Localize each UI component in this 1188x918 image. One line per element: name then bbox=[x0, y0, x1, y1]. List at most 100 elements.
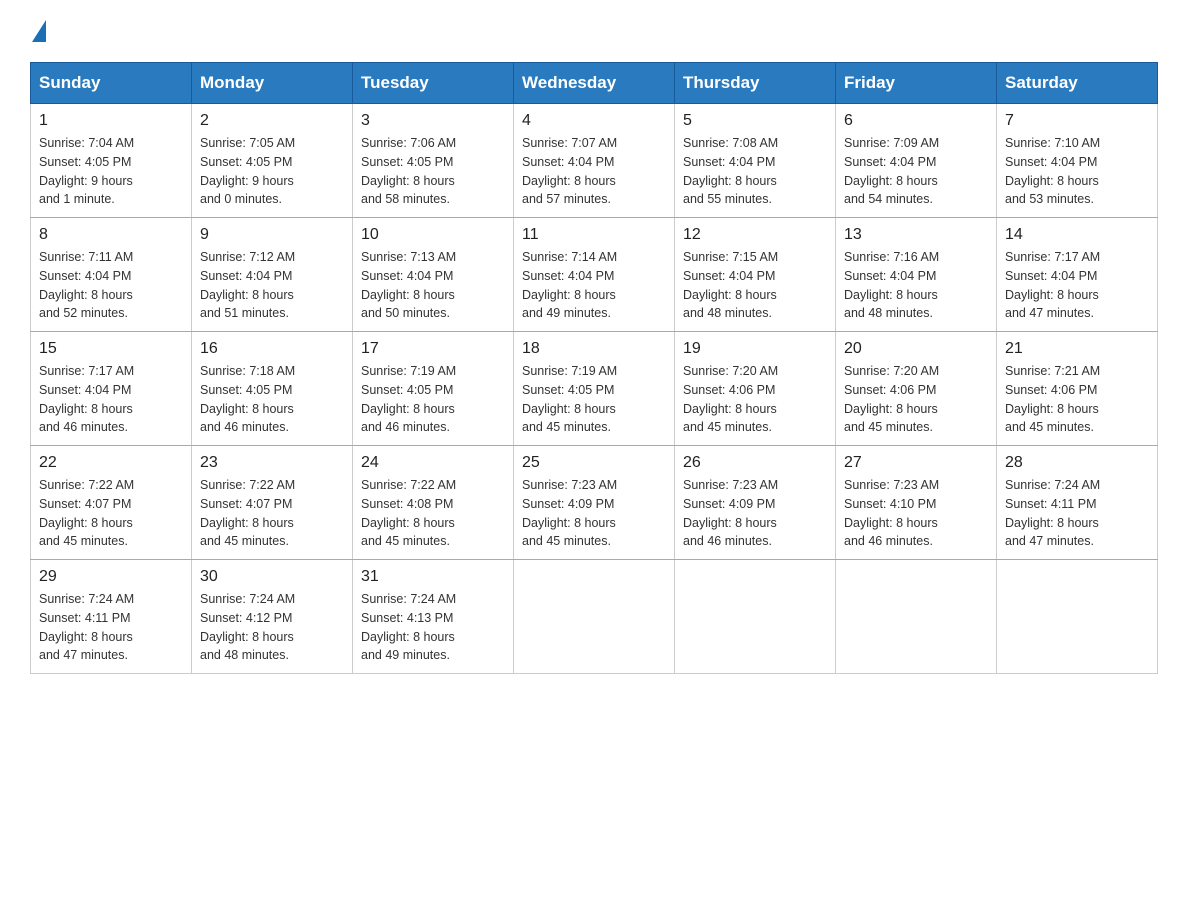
day-number: 15 bbox=[39, 340, 183, 358]
day-of-week-header: Sunday bbox=[31, 63, 192, 104]
calendar-cell: 8 Sunrise: 7:11 AMSunset: 4:04 PMDaylight… bbox=[31, 218, 192, 332]
day-info: Sunrise: 7:13 AMSunset: 4:04 PMDaylight:… bbox=[361, 248, 505, 323]
day-of-week-header: Wednesday bbox=[514, 63, 675, 104]
calendar-cell bbox=[675, 560, 836, 674]
day-number: 1 bbox=[39, 112, 183, 130]
day-of-week-header: Monday bbox=[192, 63, 353, 104]
calendar-cell: 23 Sunrise: 7:22 AMSunset: 4:07 PMDayligh… bbox=[192, 446, 353, 560]
calendar-cell: 28Sunrise: 7:24 AMSunset: 4:11 PMDayligh… bbox=[997, 446, 1158, 560]
calendar-cell: 6Sunrise: 7:09 AMSunset: 4:04 PMDaylight… bbox=[836, 104, 997, 218]
calendar-cell bbox=[836, 560, 997, 674]
calendar-cell bbox=[514, 560, 675, 674]
day-of-week-header: Tuesday bbox=[353, 63, 514, 104]
calendar-week-row: 8 Sunrise: 7:11 AMSunset: 4:04 PMDaylight… bbox=[31, 218, 1158, 332]
day-info: Sunrise: 7:19 AMSunset: 4:05 PMDaylight:… bbox=[361, 362, 505, 437]
day-info: Sunrise: 7:22 AMSunset: 4:07 PMDaylight:… bbox=[200, 476, 344, 551]
calendar-cell: 19 Sunrise: 7:20 AMSunset: 4:06 PMDayligh… bbox=[675, 332, 836, 446]
day-info: Sunrise: 7:18 AMSunset: 4:05 PMDaylight:… bbox=[200, 362, 344, 437]
day-number: 26 bbox=[683, 454, 827, 472]
day-number: 9 bbox=[200, 226, 344, 244]
day-info: Sunrise: 7:06 AMSunset: 4:05 PMDaylight:… bbox=[361, 134, 505, 209]
calendar-cell: 25 Sunrise: 7:23 AMSunset: 4:09 PMDayligh… bbox=[514, 446, 675, 560]
calendar-cell: 4 Sunrise: 7:07 AMSunset: 4:04 PMDaylight… bbox=[514, 104, 675, 218]
day-number: 30 bbox=[200, 568, 344, 586]
calendar-week-row: 29 Sunrise: 7:24 AMSunset: 4:11 PMDayligh… bbox=[31, 560, 1158, 674]
day-of-week-header: Thursday bbox=[675, 63, 836, 104]
day-number: 8 bbox=[39, 226, 183, 244]
calendar-cell: 30 Sunrise: 7:24 AMSunset: 4:12 PMDayligh… bbox=[192, 560, 353, 674]
day-number: 29 bbox=[39, 568, 183, 586]
day-info: Sunrise: 7:14 AMSunset: 4:04 PMDaylight:… bbox=[522, 248, 666, 323]
day-number: 27 bbox=[844, 454, 988, 472]
calendar-cell: 18 Sunrise: 7:19 AMSunset: 4:05 PMDayligh… bbox=[514, 332, 675, 446]
day-info: Sunrise: 7:10 AMSunset: 4:04 PMDaylight:… bbox=[1005, 134, 1149, 209]
calendar-cell: 15 Sunrise: 7:17 AMSunset: 4:04 PMDayligh… bbox=[31, 332, 192, 446]
day-number: 24 bbox=[361, 454, 505, 472]
calendar-cell: 21 Sunrise: 7:21 AMSunset: 4:06 PMDayligh… bbox=[997, 332, 1158, 446]
calendar-cell bbox=[997, 560, 1158, 674]
day-info: Sunrise: 7:24 AMSunset: 4:11 PMDaylight:… bbox=[39, 590, 183, 665]
calendar-cell: 14 Sunrise: 7:17 AMSunset: 4:04 PMDayligh… bbox=[997, 218, 1158, 332]
day-info: Sunrise: 7:24 AMSunset: 4:12 PMDaylight:… bbox=[200, 590, 344, 665]
calendar-header-row: SundayMondayTuesdayWednesdayThursdayFrid… bbox=[31, 63, 1158, 104]
calendar-cell: 5Sunrise: 7:08 AMSunset: 4:04 PMDaylight… bbox=[675, 104, 836, 218]
day-number: 10 bbox=[361, 226, 505, 244]
day-info: Sunrise: 7:24 AMSunset: 4:13 PMDaylight:… bbox=[361, 590, 505, 665]
day-number: 19 bbox=[683, 340, 827, 358]
day-info: Sunrise: 7:04 AMSunset: 4:05 PMDaylight:… bbox=[39, 134, 183, 209]
day-number: 28 bbox=[1005, 454, 1149, 472]
calendar-cell: 12 Sunrise: 7:15 AMSunset: 4:04 PMDayligh… bbox=[675, 218, 836, 332]
day-info: Sunrise: 7:11 AMSunset: 4:04 PMDaylight:… bbox=[39, 248, 183, 323]
day-number: 25 bbox=[522, 454, 666, 472]
calendar-cell: 9Sunrise: 7:12 AMSunset: 4:04 PMDaylight… bbox=[192, 218, 353, 332]
day-info: Sunrise: 7:20 AMSunset: 4:06 PMDaylight:… bbox=[844, 362, 988, 437]
day-info: Sunrise: 7:23 AMSunset: 4:10 PMDaylight:… bbox=[844, 476, 988, 551]
day-number: 17 bbox=[361, 340, 505, 358]
calendar-cell: 20 Sunrise: 7:20 AMSunset: 4:06 PMDayligh… bbox=[836, 332, 997, 446]
day-number: 13 bbox=[844, 226, 988, 244]
calendar-cell: 29 Sunrise: 7:24 AMSunset: 4:11 PMDayligh… bbox=[31, 560, 192, 674]
day-info: Sunrise: 7:16 AMSunset: 4:04 PMDaylight:… bbox=[844, 248, 988, 323]
day-number: 3 bbox=[361, 112, 505, 130]
day-number: 23 bbox=[200, 454, 344, 472]
day-of-week-header: Friday bbox=[836, 63, 997, 104]
day-info: Sunrise: 7:20 AMSunset: 4:06 PMDaylight:… bbox=[683, 362, 827, 437]
day-number: 18 bbox=[522, 340, 666, 358]
day-number: 22 bbox=[39, 454, 183, 472]
day-info: Sunrise: 7:17 AMSunset: 4:04 PMDaylight:… bbox=[39, 362, 183, 437]
calendar-cell: 16 Sunrise: 7:18 AMSunset: 4:05 PMDayligh… bbox=[192, 332, 353, 446]
calendar-cell: 27 Sunrise: 7:23 AMSunset: 4:10 PMDayligh… bbox=[836, 446, 997, 560]
day-info: Sunrise: 7:05 AMSunset: 4:05 PMDaylight:… bbox=[200, 134, 344, 209]
calendar-cell: 24 Sunrise: 7:22 AMSunset: 4:08 PMDayligh… bbox=[353, 446, 514, 560]
day-info: Sunrise: 7:07 AMSunset: 4:04 PMDaylight:… bbox=[522, 134, 666, 209]
day-info: Sunrise: 7:17 AMSunset: 4:04 PMDaylight:… bbox=[1005, 248, 1149, 323]
page-header bbox=[30, 20, 1158, 42]
day-info: Sunrise: 7:21 AMSunset: 4:06 PMDaylight:… bbox=[1005, 362, 1149, 437]
day-info: Sunrise: 7:09 AMSunset: 4:04 PMDaylight:… bbox=[844, 134, 988, 209]
day-info: Sunrise: 7:23 AMSunset: 4:09 PMDaylight:… bbox=[522, 476, 666, 551]
day-number: 16 bbox=[200, 340, 344, 358]
day-number: 14 bbox=[1005, 226, 1149, 244]
day-number: 21 bbox=[1005, 340, 1149, 358]
calendar-cell: 22 Sunrise: 7:22 AMSunset: 4:07 PMDayligh… bbox=[31, 446, 192, 560]
day-number: 4 bbox=[522, 112, 666, 130]
calendar-table: SundayMondayTuesdayWednesdayThursdayFrid… bbox=[30, 62, 1158, 674]
day-number: 5 bbox=[683, 112, 827, 130]
day-number: 11 bbox=[522, 226, 666, 244]
calendar-cell: 3 Sunrise: 7:06 AMSunset: 4:05 PMDaylight… bbox=[353, 104, 514, 218]
day-number: 12 bbox=[683, 226, 827, 244]
day-number: 31 bbox=[361, 568, 505, 586]
calendar-cell: 11 Sunrise: 7:14 AMSunset: 4:04 PMDayligh… bbox=[514, 218, 675, 332]
calendar-cell: 13 Sunrise: 7:16 AMSunset: 4:04 PMDayligh… bbox=[836, 218, 997, 332]
day-info: Sunrise: 7:15 AMSunset: 4:04 PMDaylight:… bbox=[683, 248, 827, 323]
logo-triangle-icon bbox=[32, 20, 46, 42]
day-info: Sunrise: 7:22 AMSunset: 4:07 PMDaylight:… bbox=[39, 476, 183, 551]
day-number: 7 bbox=[1005, 112, 1149, 130]
day-info: Sunrise: 7:22 AMSunset: 4:08 PMDaylight:… bbox=[361, 476, 505, 551]
day-info: Sunrise: 7:19 AMSunset: 4:05 PMDaylight:… bbox=[522, 362, 666, 437]
day-number: 20 bbox=[844, 340, 988, 358]
calendar-cell: 17 Sunrise: 7:19 AMSunset: 4:05 PMDayligh… bbox=[353, 332, 514, 446]
calendar-cell: 1 Sunrise: 7:04 AMSunset: 4:05 PMDaylight… bbox=[31, 104, 192, 218]
calendar-cell: 2Sunrise: 7:05 AMSunset: 4:05 PMDaylight… bbox=[192, 104, 353, 218]
calendar-cell: 26Sunrise: 7:23 AMSunset: 4:09 PMDayligh… bbox=[675, 446, 836, 560]
